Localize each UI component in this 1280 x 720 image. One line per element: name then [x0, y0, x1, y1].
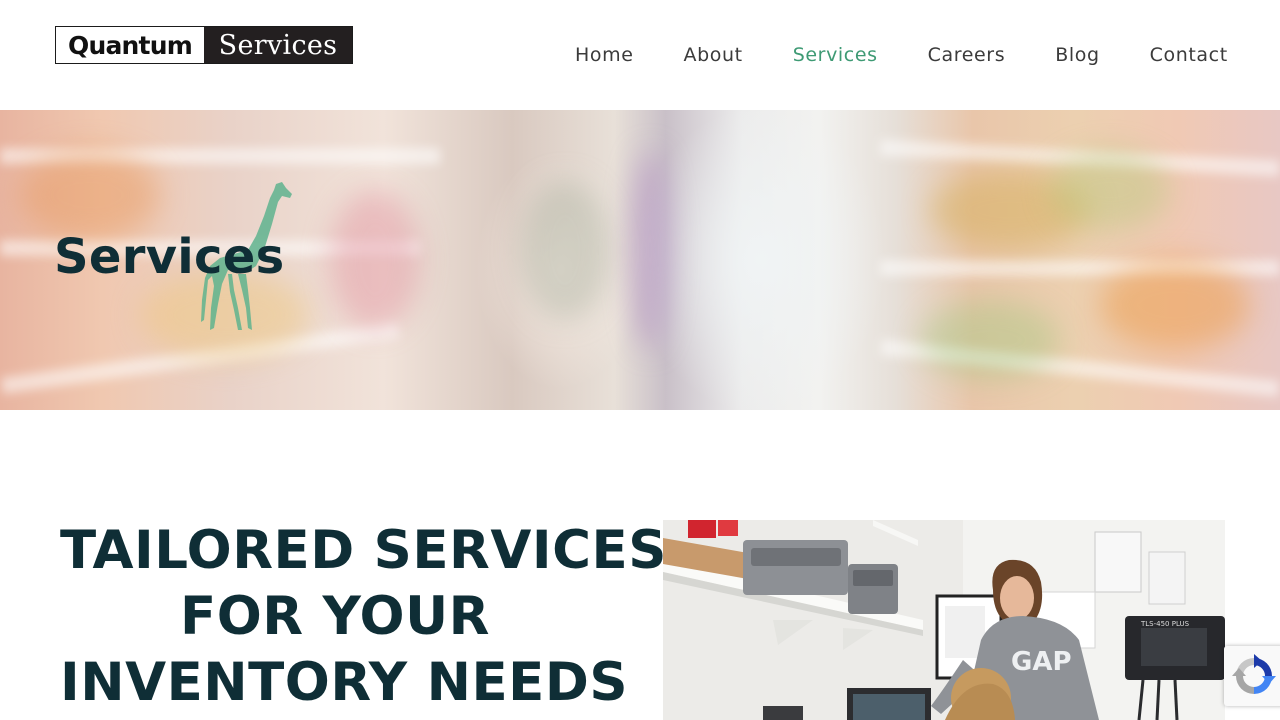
- nav-home[interactable]: Home: [575, 40, 634, 70]
- logo[interactable]: Quantum Services: [55, 26, 353, 64]
- shirt-text: GAP: [1011, 647, 1072, 677]
- nav-careers[interactable]: Careers: [928, 40, 1006, 70]
- headline-line-3: INVENTORY NEEDS: [60, 652, 629, 713]
- headline-line-1: TAILORED SERVICES: [60, 520, 667, 581]
- recaptcha-badge[interactable]: [1224, 646, 1280, 706]
- device-label: TLS-450 PLUS: [1140, 620, 1190, 628]
- nav-contact[interactable]: Contact: [1150, 40, 1228, 70]
- logo-services-text: Services: [204, 27, 352, 63]
- hero-title: Services: [54, 229, 285, 285]
- hero-banner: Services: [0, 110, 1280, 410]
- site-header: Quantum Services Home About Services Car…: [0, 0, 1280, 110]
- nav-services[interactable]: Services: [793, 40, 878, 70]
- nav-blog[interactable]: Blog: [1055, 40, 1099, 70]
- logo-quantum-text: Quantum: [56, 27, 204, 63]
- nav-about[interactable]: About: [684, 40, 743, 70]
- office-photo: TLS-450 PLUS GAP: [663, 520, 1225, 720]
- recaptcha-icon: [1232, 654, 1276, 694]
- main-nav: Home About Services Careers Blog Contact: [575, 40, 1228, 70]
- headline-line-2: FOR YOUR: [180, 586, 490, 647]
- services-headline: TAILORED SERVICES FOR YOUR INVENTORY NEE…: [60, 518, 667, 716]
